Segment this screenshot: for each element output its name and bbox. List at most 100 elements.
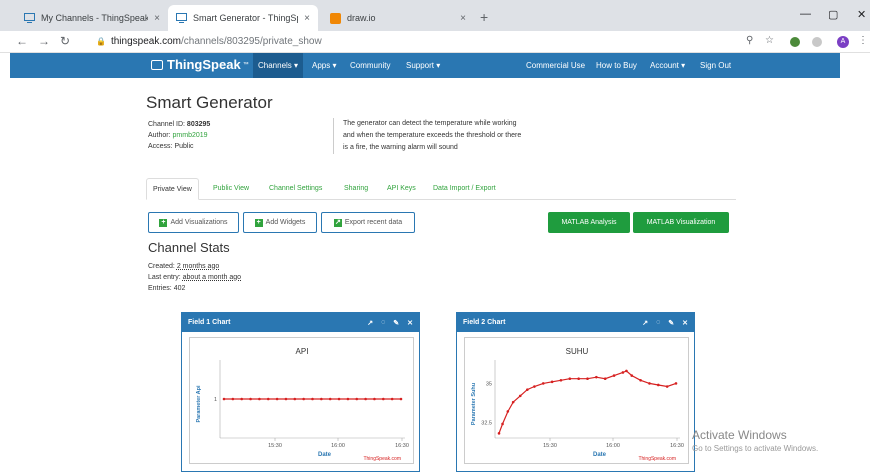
author-link[interactable]: pmmb2019 xyxy=(173,132,208,139)
close-tab-icon[interactable]: × xyxy=(460,13,466,24)
add-visualizations-button[interactable]: + Add Visualizations xyxy=(148,212,239,233)
entries-value: 402 xyxy=(173,285,186,292)
nav-apps[interactable]: Apps ▾ xyxy=(312,53,336,78)
y-tick-label: 1 xyxy=(214,397,217,403)
new-tab-button[interactable]: + xyxy=(480,9,488,25)
thingspeak-navbar: ThingSpeak ™ Channels ▾ Apps ▾ Community … xyxy=(10,53,840,78)
data-point xyxy=(657,383,660,387)
browser-tab-smart-generator[interactable]: Smart Generator - ThingSpeak Io × xyxy=(168,5,318,31)
data-point xyxy=(595,375,598,379)
thingspeak-logo[interactable]: ThingSpeak ™ xyxy=(151,57,249,72)
menu-dots-icon[interactable]: ⋮ xyxy=(858,35,868,46)
back-arrow-icon[interactable]: ← xyxy=(16,34,28,48)
tab-public-view[interactable]: Public View xyxy=(207,178,255,200)
minimize-button[interactable]: — xyxy=(800,8,811,20)
close-tab-icon[interactable]: × xyxy=(304,13,310,24)
export-recent-data-button[interactable]: ↗ Export recent data xyxy=(321,212,415,233)
tab-api-keys[interactable]: API Keys xyxy=(381,178,422,200)
entries-label: Entries: xyxy=(148,285,172,292)
created-row: Created: 2 months ago xyxy=(148,263,219,270)
data-point xyxy=(364,397,367,401)
channel-id-row: Channel ID: 803295 xyxy=(148,121,210,128)
nav-account[interactable]: Account ▾ xyxy=(650,53,685,78)
browser-tab-title: My Channels - ThingSpeak IoT xyxy=(41,13,149,23)
nav-support[interactable]: Support ▾ xyxy=(406,53,440,78)
browser-tab-my-channels[interactable]: My Channels - ThingSpeak IoT × xyxy=(16,5,168,31)
field2-chart-area: SUHU 15:30 16:00 16:30 Date Parameter Suhu 35 3… xyxy=(464,337,689,464)
x-tick-label: 16:30 xyxy=(670,443,684,449)
comment-icon[interactable]: ◌ xyxy=(656,319,660,326)
thingspeak-credit: ThingSpeak.com xyxy=(638,456,676,462)
data-point xyxy=(222,397,226,401)
data-point xyxy=(586,377,589,381)
x-tick-label: 15:30 xyxy=(268,443,282,449)
browser-tab-title: draw.io xyxy=(347,13,376,23)
y-axis-label: Parameter Suhu xyxy=(471,383,477,425)
data-point xyxy=(373,397,376,401)
windows-watermark-title: Activate Windows xyxy=(692,428,787,442)
chart-title: API xyxy=(296,347,309,356)
add-widgets-button[interactable]: + Add Widgets xyxy=(243,212,317,233)
browser-tabstrip: My Channels - ThingSpeak IoT × Smart Gen… xyxy=(0,0,870,31)
data-point xyxy=(612,374,616,377)
close-tab-icon[interactable]: × xyxy=(154,13,160,24)
matlab-analysis-button[interactable]: MATLAB Analysis xyxy=(548,212,630,233)
field1-chart-panel: Field 1 Chart ↗ ◌ ✎ ✕ API 15:30 16:00 16:30… xyxy=(181,312,420,472)
zoom-icon[interactable]: ⚲ xyxy=(746,35,753,46)
channel-description: The generator can detect the temperature… xyxy=(333,118,523,154)
data-point xyxy=(240,397,243,401)
close-icon[interactable]: ✕ xyxy=(407,319,413,327)
plus-icon: + xyxy=(254,218,263,227)
field2-chart-header: Field 2 Chart ↗ ◌ ✎ ✕ xyxy=(457,313,694,332)
open-external-icon[interactable]: ↗ xyxy=(367,319,373,327)
url-field[interactable]: 🔒 thingspeak.com/channels/803295/private_… xyxy=(96,36,322,47)
nav-how-to-buy[interactable]: How to Buy xyxy=(596,53,637,78)
comment-icon[interactable]: ◌ xyxy=(381,319,385,326)
matlab-visualization-button[interactable]: MATLAB Visualization xyxy=(633,212,729,233)
profile-avatar[interactable]: A xyxy=(837,36,849,48)
field1-chart-svg: API 15:30 16:00 16:30 Date Parameter Api 1 Thin… xyxy=(196,347,409,462)
pencil-icon[interactable]: ✎ xyxy=(393,319,399,327)
nav-commercial-use[interactable]: Commercial Use xyxy=(526,53,585,78)
data-point xyxy=(621,371,625,374)
data-point xyxy=(497,432,501,435)
close-window-button[interactable]: ✕ xyxy=(857,8,866,21)
page-title: Smart Generator xyxy=(146,93,273,112)
reload-icon[interactable]: ↻ xyxy=(60,34,70,48)
close-icon[interactable]: ✕ xyxy=(682,319,688,327)
address-bar-row: ← → ↻ 🔒 thingspeak.com/channels/803295/pr… xyxy=(0,31,870,53)
plus-icon: + xyxy=(159,218,168,227)
access-value: Public xyxy=(174,143,194,150)
browser-tab-title: Smart Generator - ThingSpeak Io xyxy=(193,13,298,23)
add-widgets-label: Add Widgets xyxy=(265,219,306,226)
extension-gray-icon[interactable] xyxy=(812,37,822,47)
field2-chart-svg: SUHU 15:30 16:00 16:30 Date Parameter Suhu 35 3… xyxy=(471,347,684,462)
tab-sharing[interactable]: Sharing xyxy=(338,178,374,200)
forward-arrow-icon[interactable]: → xyxy=(38,34,50,48)
nav-channels[interactable]: Channels ▾ xyxy=(253,53,304,78)
data-point xyxy=(258,397,261,401)
extension-icon[interactable] xyxy=(790,37,800,47)
browser-tab-drawio[interactable]: draw.io × xyxy=(322,5,474,31)
monitor-icon xyxy=(24,13,35,24)
data-point xyxy=(603,377,607,381)
data-point xyxy=(328,397,332,401)
open-external-icon[interactable]: ↗ xyxy=(642,319,648,327)
maximize-button[interactable]: ▢ xyxy=(828,8,838,21)
pencil-icon[interactable]: ✎ xyxy=(668,319,674,327)
tab-data-import-export[interactable]: Data Import / Export xyxy=(427,178,502,200)
nav-community[interactable]: Community xyxy=(350,53,390,78)
field2-chart-panel: Field 2 Chart ↗ ◌ ✎ ✕ SUHU 15:30 16:00 16:3… xyxy=(456,312,695,472)
data-point xyxy=(511,400,515,404)
data-point xyxy=(506,410,510,413)
nav-sign-out[interactable]: Sign Out xyxy=(700,53,731,78)
thingspeak-credit: ThingSpeak.com xyxy=(363,456,401,462)
data-point xyxy=(568,377,572,381)
tab-channel-settings[interactable]: Channel Settings xyxy=(263,178,328,200)
data-point xyxy=(518,394,522,398)
chart-title: SUHU xyxy=(566,347,589,356)
logo-tm: ™ xyxy=(242,61,249,68)
star-icon[interactable]: ☆ xyxy=(765,35,774,46)
tab-private-view[interactable]: Private View xyxy=(146,178,199,200)
windows-watermark-subtitle: Go to Settings to activate Windows. xyxy=(692,444,819,453)
